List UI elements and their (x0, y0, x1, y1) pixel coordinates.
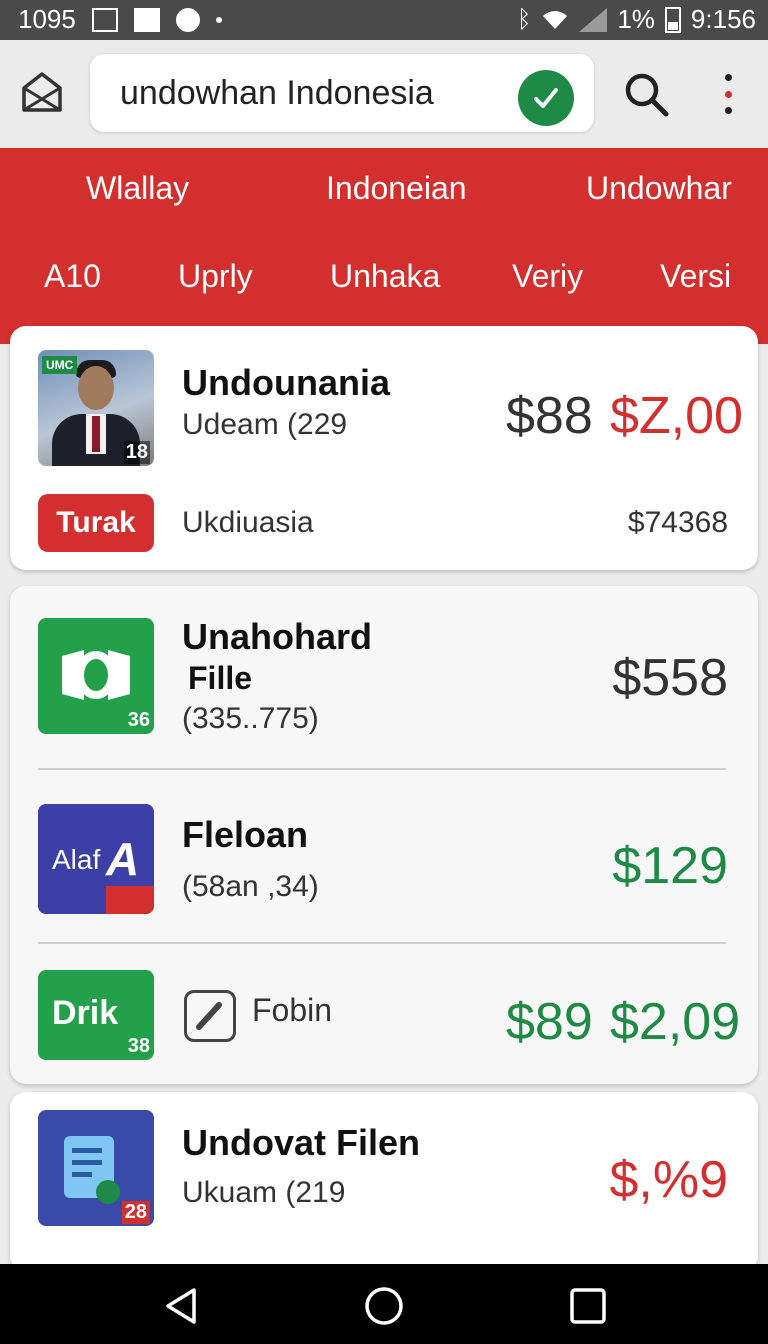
back-icon[interactable] (160, 1284, 204, 1328)
item-price: $88 (506, 387, 593, 445)
item-price-sale: $Z,00 (610, 387, 743, 445)
item-label: Fobin (252, 992, 333, 1028)
search-input[interactable]: undowhan Indonesia (90, 54, 594, 132)
status-clock: 9:156 (690, 4, 756, 34)
more-options-icon[interactable] (716, 74, 740, 114)
thumbnail-number: 28 (121, 1201, 150, 1224)
divider (38, 942, 726, 944)
home-circle-icon[interactable] (362, 1284, 406, 1328)
item-price: $,%9 (609, 1151, 728, 1209)
badge-icon (106, 886, 154, 914)
item-subtitle: Ukuam (219 (182, 1176, 346, 1209)
activity-icon (133, 7, 160, 32)
home-icon[interactable] (18, 70, 66, 114)
status-bar: 1095 ᛒ 1% 9:156 (0, 0, 768, 40)
person-thumbnail: UMC 18 (38, 350, 154, 466)
item-title: Undounania (182, 362, 390, 403)
thumbnail-number: 18 (123, 441, 150, 464)
app-icon-film: 36 (38, 618, 154, 734)
item-subtitle: (335..775) (182, 702, 319, 735)
product-card[interactable]: UMC 18 Undounania Udeam (229 $88 $Z,00 T… (10, 326, 758, 570)
item-price: $89 (506, 993, 593, 1051)
search-query: undowhan Indonesia (120, 74, 434, 112)
logo-text: Alaf (52, 844, 101, 875)
recent-apps-icon[interactable] (566, 1284, 610, 1328)
search-icon[interactable] (622, 70, 670, 118)
tab-unhaka[interactable]: Unhaka (330, 258, 440, 295)
tag-button[interactable]: Turak (38, 494, 154, 552)
app-icon-alafa: Alaf A (38, 804, 154, 914)
product-card[interactable]: 28 Undovat Filen Ukuam (219 $,%9 (10, 1092, 758, 1272)
tab-indoneian[interactable]: Indoneian (326, 170, 467, 207)
tab-versi[interactable]: Versi (660, 258, 731, 295)
tab-a10[interactable]: A10 (44, 258, 101, 295)
location-icon (175, 7, 200, 32)
divider (38, 768, 726, 770)
battery-percent: 1% (617, 4, 655, 34)
navigation-bar (0, 1264, 768, 1344)
logo-text: Drik (52, 994, 119, 1032)
tab-undowhar[interactable]: Undowhar (586, 170, 732, 207)
tab-veriy[interactable]: Veriy (512, 258, 583, 295)
tab-wlallay[interactable]: Wlallay (86, 170, 189, 207)
item-subtitle: (58an ,34) (182, 870, 319, 903)
category-tabs: Wlallay Indoneian Undowhar A10 Uprly Unh… (0, 148, 768, 344)
row-value: $74368 (627, 506, 728, 539)
square-icon (91, 7, 118, 32)
search-toolbar: undowhan Indonesia (0, 40, 768, 148)
item-title: Unahohard (182, 616, 373, 657)
battery-icon (664, 6, 681, 33)
row-label: Ukdiuasia (182, 506, 314, 539)
item-price: $129 (612, 837, 728, 895)
signal-icon (579, 7, 608, 32)
status-time-left: 1095 (18, 4, 76, 34)
item-title: Fleloan (182, 814, 309, 855)
item-title: Undovat Filen (182, 1122, 421, 1163)
thumbnail-badge: UMC (42, 356, 78, 374)
app-icon-notes: 28 (38, 1110, 154, 1226)
app-icon-drik: Drik 38 (38, 970, 154, 1060)
tab-uprly[interactable]: Uprly (178, 258, 253, 295)
dot-icon (215, 16, 222, 23)
item-title-line2: Fille (188, 660, 253, 696)
check-icon[interactable] (518, 70, 574, 126)
wifi-icon (543, 10, 568, 29)
product-list-card: 36 Unahohard Fille (335..775) $558 Alaf … (10, 586, 758, 1084)
thumbnail-number: 38 (127, 1035, 150, 1057)
thumbnail-number: 36 (127, 709, 150, 731)
logo-letter: A (106, 833, 140, 885)
item-price-alt: $2,09 (610, 993, 741, 1051)
item-price: $558 (612, 649, 728, 707)
edit-icon[interactable] (184, 990, 236, 1042)
bluetooth-icon: ᛒ (516, 5, 532, 33)
item-subtitle: Udeam (229 (182, 408, 348, 441)
